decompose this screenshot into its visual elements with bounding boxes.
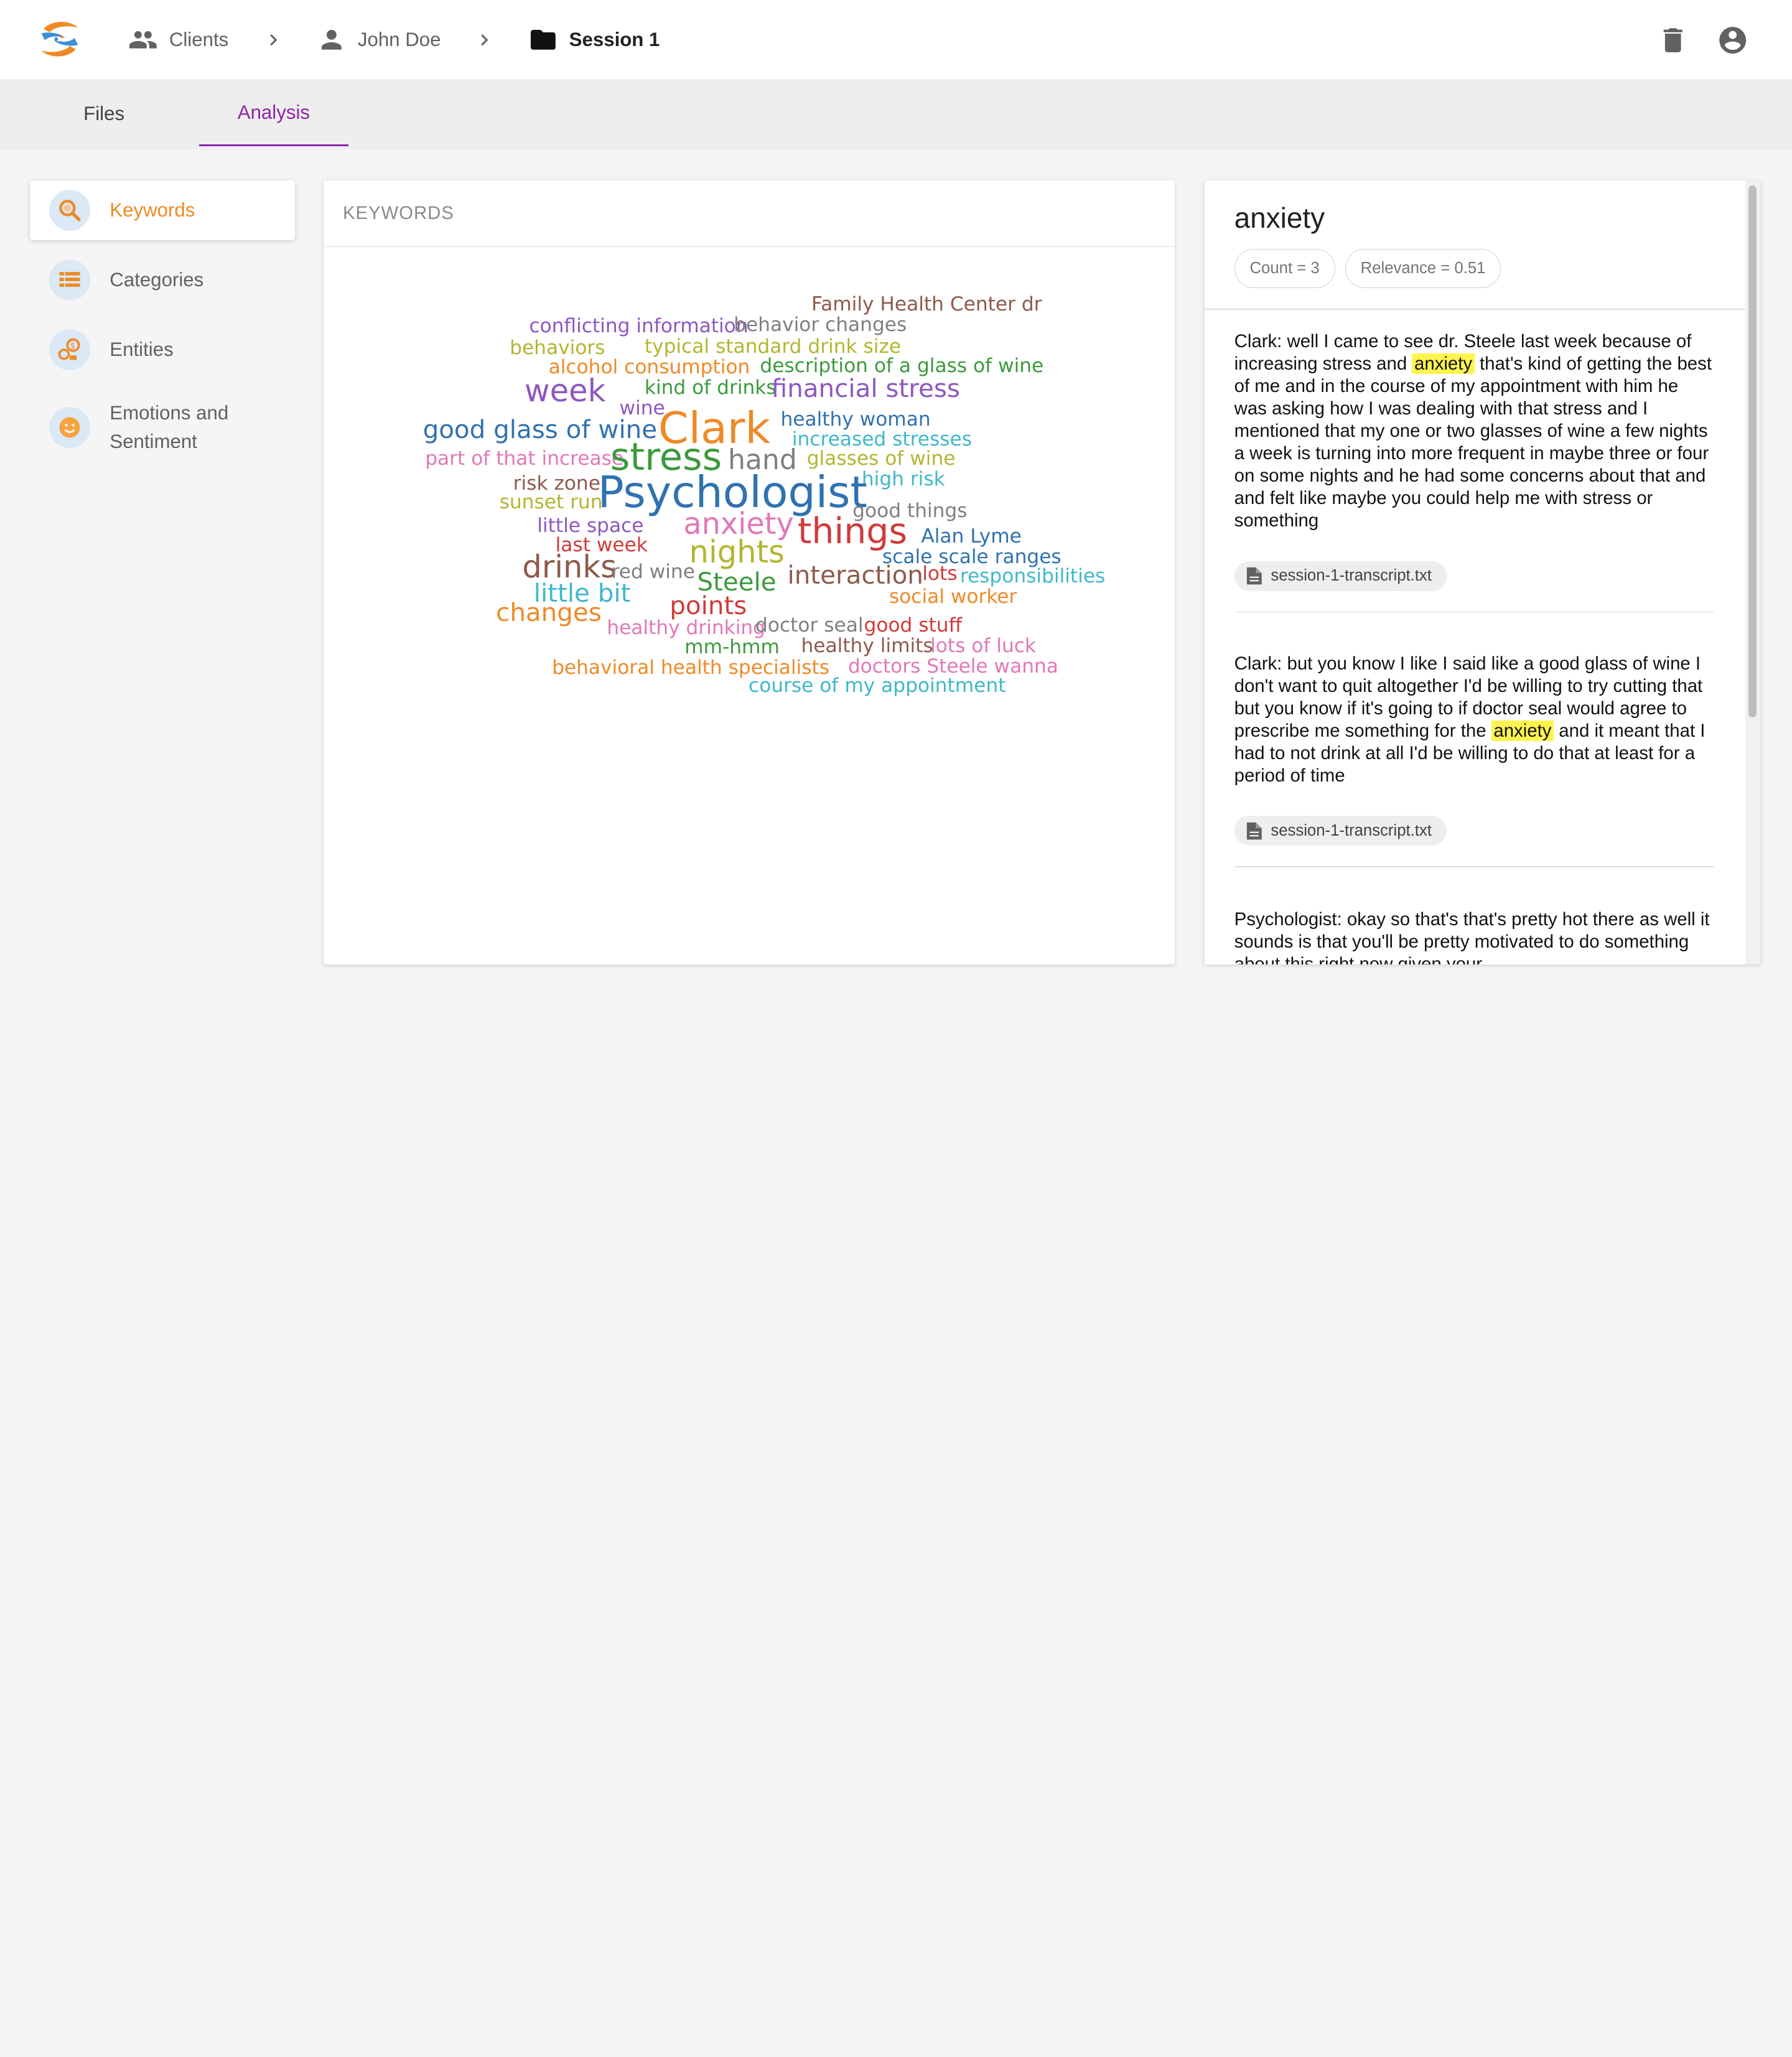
keywords-header: KEYWORDS <box>323 180 1175 247</box>
divider <box>1234 866 1715 868</box>
keyword-word[interactable]: sunset run <box>500 492 603 512</box>
smiley-icon <box>49 406 91 448</box>
keyword-word[interactable]: things <box>798 514 907 549</box>
sidenav-item-label: Entities <box>110 338 174 360</box>
keyword-cloud: Family Health Center dr conflicting infor… <box>324 247 1175 964</box>
excerpt-text: Clark: but you know I like I said like a… <box>1234 653 1714 787</box>
keyword-word[interactable]: nights <box>689 536 785 568</box>
list-icon <box>49 259 91 301</box>
sidenav-item-categories[interactable]: Categories <box>30 250 295 310</box>
keywords-card: KEYWORDS Family Health Center dr conflict… <box>323 180 1175 965</box>
relevance-chip: Relevance = 0.51 <box>1345 249 1501 288</box>
keyword-word[interactable]: high risk <box>862 469 945 489</box>
keyword-word[interactable]: Family Health Center dr <box>811 294 1042 314</box>
keyword-detail-panel: anxiety Count = 3 Relevance = 0.51 Clark… <box>1204 180 1760 965</box>
tab-analysis[interactable]: Analysis <box>198 81 349 147</box>
keyword-word[interactable]: behaviors <box>510 338 605 358</box>
breadcrumb-session[interactable]: Session 1 <box>528 25 660 55</box>
keyword-highlight: anxiety <box>1412 353 1475 374</box>
analysis-sidenav: Keywords Categories $ Entities Emotions … <box>29 180 295 475</box>
svg-text:$: $ <box>70 342 75 351</box>
excerpt-text: Psychologist: okay so that's that's pret… <box>1234 908 1714 964</box>
breadcrumb-session-label: Session 1 <box>569 29 660 51</box>
entities-icon: $ <box>49 329 91 371</box>
file-chip-label: session-1-transcript.txt <box>1271 821 1432 839</box>
scrollbar[interactable] <box>1745 180 1760 965</box>
breadcrumb-clients-label: Clients <box>169 29 229 51</box>
keyword-word[interactable]: week <box>525 375 605 407</box>
keyword-word[interactable]: healthy woman <box>780 410 930 429</box>
keyword-word[interactable]: good stuff <box>864 615 963 635</box>
keyword-word[interactable]: part of that increase <box>425 449 623 469</box>
keyword-word[interactable]: conflicting information <box>529 316 748 336</box>
app-window: Clients John Doe Session 1 Files Analysi… <box>0 0 1792 1120</box>
file-chip-label: session-1-transcript.txt <box>1271 567 1432 585</box>
breadcrumb-client-label: John Doe <box>357 29 441 51</box>
keyword-word[interactable]: Alan Lyme <box>921 526 1022 546</box>
document-icon <box>1246 567 1262 585</box>
sidenav-item-entities[interactable]: $ Entities <box>30 320 295 380</box>
sidenav-item-label: Keywords <box>110 198 195 221</box>
keyword-word[interactable]: financial stress <box>772 376 960 401</box>
divider <box>1204 308 1745 310</box>
keyword-word[interactable]: behavior changes <box>734 315 907 335</box>
keyword-word[interactable]: little space <box>537 516 643 536</box>
sidenav-item-emotions[interactable]: Emotions and Sentiment <box>30 389 295 465</box>
delete-icon[interactable] <box>1657 24 1689 56</box>
keyword-word[interactable]: increased stresses <box>792 429 972 449</box>
keyword-word[interactable]: mm-hmm <box>684 637 780 657</box>
excerpt-text-before: Psychologist: okay so that's that's pret… <box>1234 909 1710 965</box>
chevron-right-icon <box>481 34 488 46</box>
keyword-word[interactable]: kind of drinks <box>645 378 777 398</box>
file-chip[interactable]: session-1-transcript.txt <box>1234 816 1447 846</box>
top-bar: Clients John Doe Session 1 <box>0 0 1792 80</box>
magnify-icon <box>49 189 91 231</box>
keyword-word[interactable]: doctors Steele wanna <box>848 656 1058 676</box>
keyword-word[interactable]: glasses of wine <box>807 449 956 469</box>
keyword-word[interactable]: lots of luck <box>930 636 1036 656</box>
keyword-word[interactable]: responsibilities <box>960 566 1106 586</box>
person-icon <box>321 30 342 50</box>
file-chip[interactable]: session-1-transcript.txt <box>1234 561 1447 591</box>
tab-bar: Files Analysis <box>0 81 1792 150</box>
keyword-word[interactable]: changes <box>496 600 602 625</box>
keyword-word[interactable]: social worker <box>889 587 1017 607</box>
keyword-word[interactable]: typical standard drink size <box>645 337 901 357</box>
keyword-word[interactable]: healthy limits <box>801 636 933 656</box>
sidenav-item-label: Categories <box>110 268 204 291</box>
breadcrumb-clients[interactable]: Clients <box>128 25 229 55</box>
chevron-right-icon <box>269 34 278 46</box>
keyword-title: anxiety <box>1234 202 1325 235</box>
app-logo-icon[interactable] <box>38 17 82 61</box>
scrollbar-thumb[interactable] <box>1748 185 1757 718</box>
excerpt-text-after: that's kind of getting the best of me an… <box>1234 353 1712 531</box>
keyword-word[interactable]: interaction <box>787 562 923 587</box>
keyword-word[interactable]: healthy drinking <box>607 618 765 638</box>
sidenav-item-keywords[interactable]: Keywords <box>29 180 295 240</box>
count-chip: Count = 3 <box>1234 249 1335 288</box>
keyword-highlight: anxiety <box>1491 720 1554 741</box>
account-circle-icon[interactable] <box>1717 24 1748 56</box>
breadcrumb-client[interactable]: John Doe <box>317 25 441 55</box>
keyword-word[interactable]: course of my appointment <box>749 676 1006 696</box>
tab-files[interactable]: Files <box>30 81 179 146</box>
people-icon <box>129 31 157 49</box>
keyword-word[interactable]: points <box>670 593 747 618</box>
keyword-word[interactable]: doctor seal <box>755 615 863 635</box>
excerpt-text: Clark: well I came to see dr. Steele las… <box>1234 330 1714 532</box>
folder-icon <box>530 30 556 50</box>
keyword-word[interactable]: lots <box>922 564 957 584</box>
sidenav-item-label: Emotions and Sentiment <box>110 401 229 452</box>
keyword-detail-scroll[interactable]: anxiety Count = 3 Relevance = 0.51 Clark… <box>1204 180 1745 964</box>
document-icon <box>1246 822 1262 840</box>
divider <box>1234 611 1715 613</box>
